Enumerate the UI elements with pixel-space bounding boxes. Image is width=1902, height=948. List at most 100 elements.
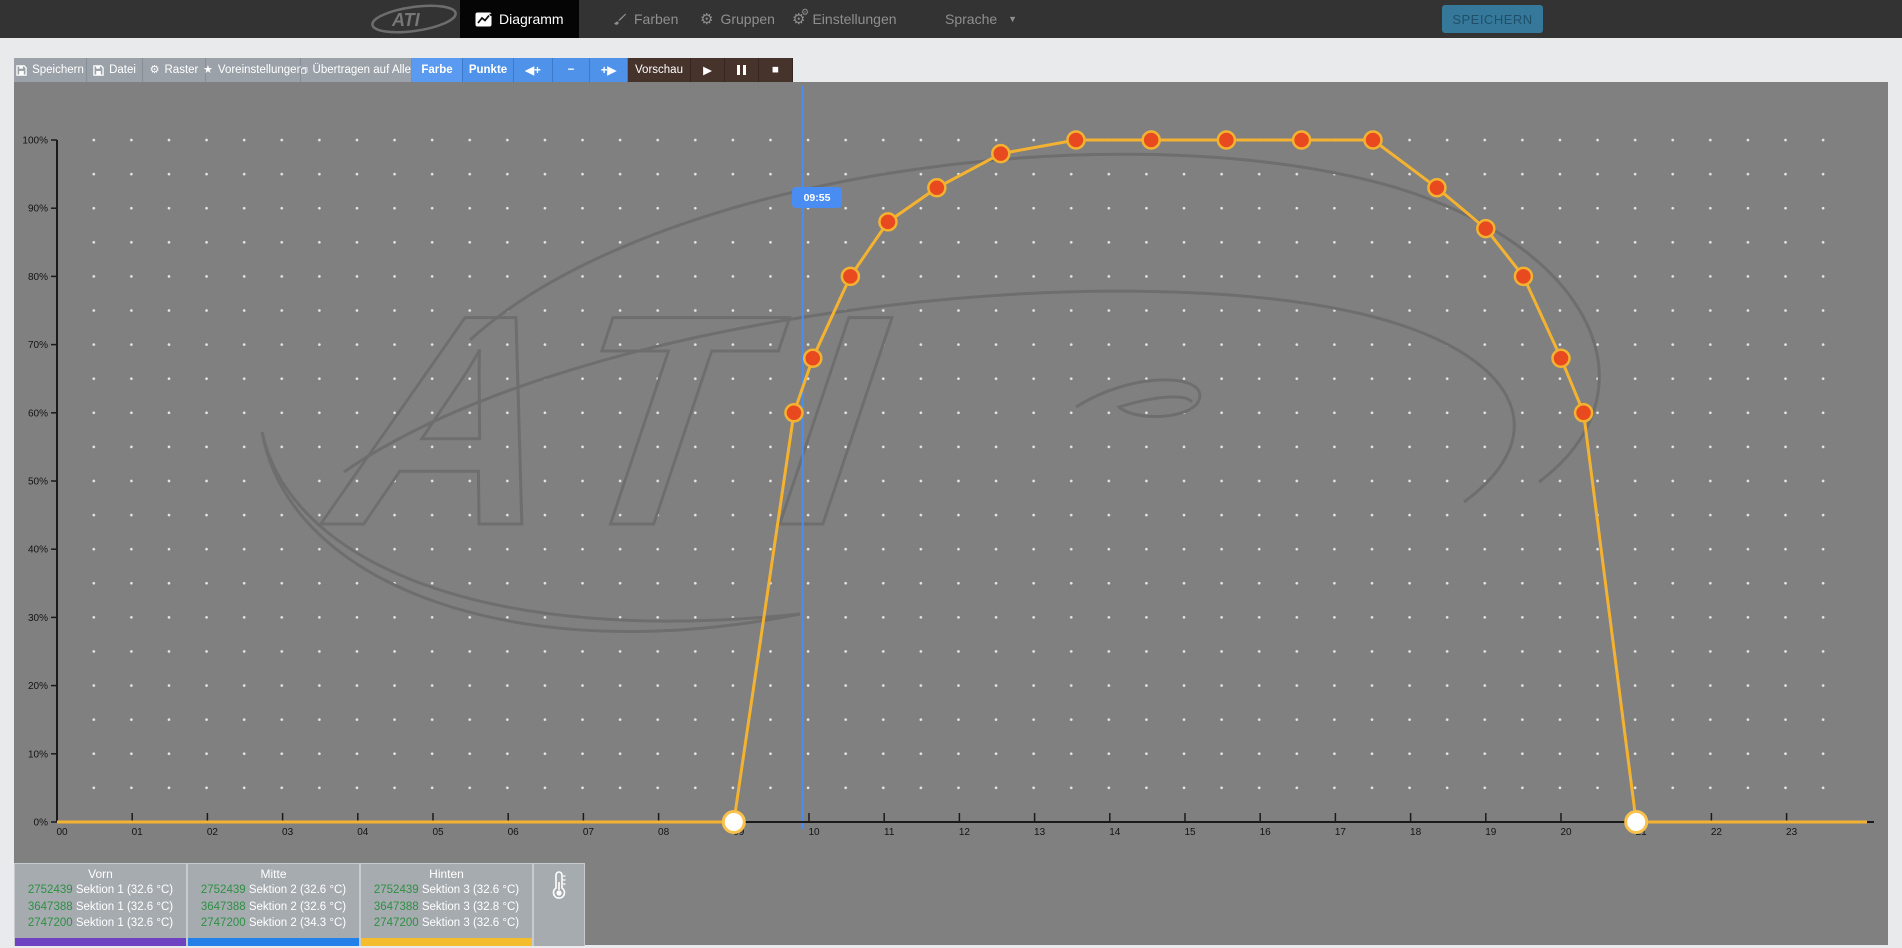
stop-button[interactable]: ■ bbox=[759, 58, 793, 82]
nav-menu-sprache[interactable]: Sprache ▼ bbox=[945, 0, 1017, 38]
panel-section-row[interactable]: 2752439 Sektion 1 (32.6 °C) bbox=[15, 882, 186, 899]
curve-point[interactable] bbox=[1365, 132, 1382, 149]
toolbar-uebertragen-button[interactable]: Übertragen auf Alle bbox=[301, 58, 412, 82]
toolbar-datei-button[interactable]: Datei bbox=[87, 58, 143, 82]
curve-point[interactable] bbox=[1428, 179, 1445, 196]
y-axis-label: 40% bbox=[28, 545, 48, 556]
zoom-left-button[interactable]: ◀+ bbox=[514, 58, 553, 82]
section-temperature-label: Sektion 1 (32.6 °C) bbox=[73, 884, 173, 896]
column-accent-bar bbox=[361, 938, 532, 946]
x-axis-label: 04 bbox=[357, 827, 369, 838]
y-axis-label: 50% bbox=[28, 477, 48, 488]
module-serial: 2752439 bbox=[28, 884, 73, 896]
toolbar-farbe-button[interactable]: Farbe bbox=[412, 58, 463, 82]
curve-point[interactable] bbox=[1477, 220, 1494, 237]
section-temperature-label: Sektion 1 (32.6 °C) bbox=[73, 901, 173, 913]
nav-tab-diagramm[interactable]: Diagramm bbox=[460, 0, 579, 38]
x-axis-label: 02 bbox=[207, 827, 219, 838]
chart-toolbar: Speichern Datei ⚙ Raster ★ Voreinstellun… bbox=[14, 58, 793, 82]
top-navbar: ATI Diagramm Farben ⚙ Gruppen ⚙⚙ Einstel… bbox=[0, 0, 1902, 38]
curve-point[interactable] bbox=[1293, 132, 1310, 149]
y-axis-label: 60% bbox=[28, 408, 48, 419]
nav-tab-label: Farben bbox=[634, 11, 678, 27]
light-curve-chart[interactable]: ATI 0%10%20%30%40%50%60%70%80%90%100%000… bbox=[14, 82, 1888, 945]
curve-point[interactable] bbox=[1067, 132, 1084, 149]
module-serial: 3647388 bbox=[28, 901, 73, 913]
zoom-out-button[interactable]: − bbox=[553, 58, 590, 82]
toolbar-speichern-button[interactable]: Speichern bbox=[14, 58, 87, 82]
nav-menu-label: Sprache bbox=[945, 11, 997, 27]
ati-logo: ATI bbox=[368, 4, 460, 34]
floppy-icon bbox=[16, 65, 27, 76]
curve-point[interactable] bbox=[1218, 132, 1235, 149]
y-axis-label: 20% bbox=[28, 681, 48, 692]
panel-section-row[interactable]: 3647388 Sektion 1 (32.6 °C) bbox=[15, 899, 186, 916]
play-button[interactable]: ▶ bbox=[691, 58, 725, 82]
y-axis-label: 80% bbox=[28, 272, 48, 283]
nav-tab-label: Gruppen bbox=[720, 11, 774, 27]
stop-icon: ■ bbox=[772, 64, 779, 76]
panel-column-header: Hinten bbox=[361, 864, 532, 882]
x-axis-label: 13 bbox=[1034, 827, 1046, 838]
caret-down-icon: ▼ bbox=[1008, 14, 1017, 24]
chart-line-icon bbox=[475, 12, 492, 27]
x-axis-label: 15 bbox=[1184, 827, 1196, 838]
section-temperature-label: Sektion 3 (32.8 °C) bbox=[419, 901, 519, 913]
x-axis-label: 08 bbox=[658, 827, 670, 838]
x-axis-label: 19 bbox=[1485, 827, 1497, 838]
curve-point[interactable] bbox=[842, 268, 859, 285]
panel-section-row[interactable]: 3647388 Sektion 3 (32.8 °C) bbox=[361, 899, 532, 916]
nav-tab-gruppen[interactable]: ⚙ Gruppen bbox=[700, 0, 775, 38]
curve-endpoint[interactable] bbox=[1626, 812, 1647, 833]
panel-section-row[interactable]: 3647388 Sektion 2 (32.6 °C) bbox=[188, 899, 359, 916]
panel-section-row[interactable]: 2752439 Sektion 2 (32.6 °C) bbox=[188, 882, 359, 899]
y-axis-label: 0% bbox=[34, 818, 49, 829]
curve-point[interactable] bbox=[804, 350, 821, 367]
section-temperature-label: Sektion 2 (34.3 °C) bbox=[246, 917, 346, 929]
cursor-time-tooltip: 09:55 bbox=[792, 187, 842, 208]
x-axis-label: 12 bbox=[959, 827, 971, 838]
column-accent-bar bbox=[15, 938, 186, 946]
button-label: Vorschau bbox=[635, 64, 683, 76]
zoom-right-button[interactable]: +▶ bbox=[590, 58, 628, 82]
toolbar-voreinstellungen-button[interactable]: ★ Voreinstellungen bbox=[206, 58, 301, 82]
copy-icon bbox=[301, 65, 308, 76]
curve-point[interactable] bbox=[1515, 268, 1532, 285]
x-axis-label: 16 bbox=[1260, 827, 1272, 838]
curve-point[interactable] bbox=[879, 213, 896, 230]
y-axis-label: 70% bbox=[28, 340, 48, 351]
curve-endpoint[interactable] bbox=[723, 812, 744, 833]
x-axis-label: 03 bbox=[282, 827, 294, 838]
thermometer-toggle[interactable] bbox=[534, 864, 584, 946]
toolbar-raster-button[interactable]: ⚙ Raster bbox=[143, 58, 206, 82]
curve-point[interactable] bbox=[992, 145, 1009, 162]
x-axis-label: 17 bbox=[1335, 827, 1347, 838]
curve-point[interactable] bbox=[1553, 350, 1570, 367]
button-label: Datei bbox=[109, 64, 136, 76]
panel-section-row[interactable]: 2747200 Sektion 1 (32.6 °C) bbox=[15, 915, 186, 932]
nav-tab-farben[interactable]: Farben bbox=[612, 0, 678, 38]
curve-point[interactable] bbox=[1143, 132, 1160, 149]
panel-column-vorn: Vorn2752439 Sektion 1 (32.6 °C)3647388 S… bbox=[15, 864, 186, 946]
panel-column-header: Vorn bbox=[15, 864, 186, 882]
speichern-top-button[interactable]: SPEICHERN bbox=[1442, 5, 1543, 33]
vorschau-button[interactable]: Vorschau bbox=[628, 58, 691, 82]
x-axis-label: 23 bbox=[1786, 827, 1798, 838]
panel-section-row[interactable]: 2747200 Sektion 3 (32.6 °C) bbox=[361, 915, 532, 932]
toolbar-punkte-button[interactable]: Punkte bbox=[463, 58, 514, 82]
x-axis-label: 06 bbox=[508, 827, 520, 838]
panel-section-row[interactable]: 2747200 Sektion 2 (34.3 °C) bbox=[188, 915, 359, 932]
module-serial: 2747200 bbox=[28, 917, 73, 929]
nav-tab-einstellungen[interactable]: ⚙⚙ Einstellungen bbox=[792, 0, 897, 38]
x-axis-label: 01 bbox=[132, 827, 144, 838]
curve-point[interactable] bbox=[785, 404, 802, 421]
pause-button[interactable] bbox=[725, 58, 759, 82]
zoom-left-icon: ◀+ bbox=[525, 63, 541, 77]
x-axis-label: 07 bbox=[583, 827, 595, 838]
panel-section-row[interactable]: 2752439 Sektion 3 (32.6 °C) bbox=[361, 882, 532, 899]
curve-point[interactable] bbox=[1575, 404, 1592, 421]
curve-point[interactable] bbox=[928, 179, 945, 196]
module-serial: 2747200 bbox=[201, 917, 246, 929]
pause-icon bbox=[737, 65, 746, 75]
gear-icon: ⚙ bbox=[150, 65, 160, 76]
